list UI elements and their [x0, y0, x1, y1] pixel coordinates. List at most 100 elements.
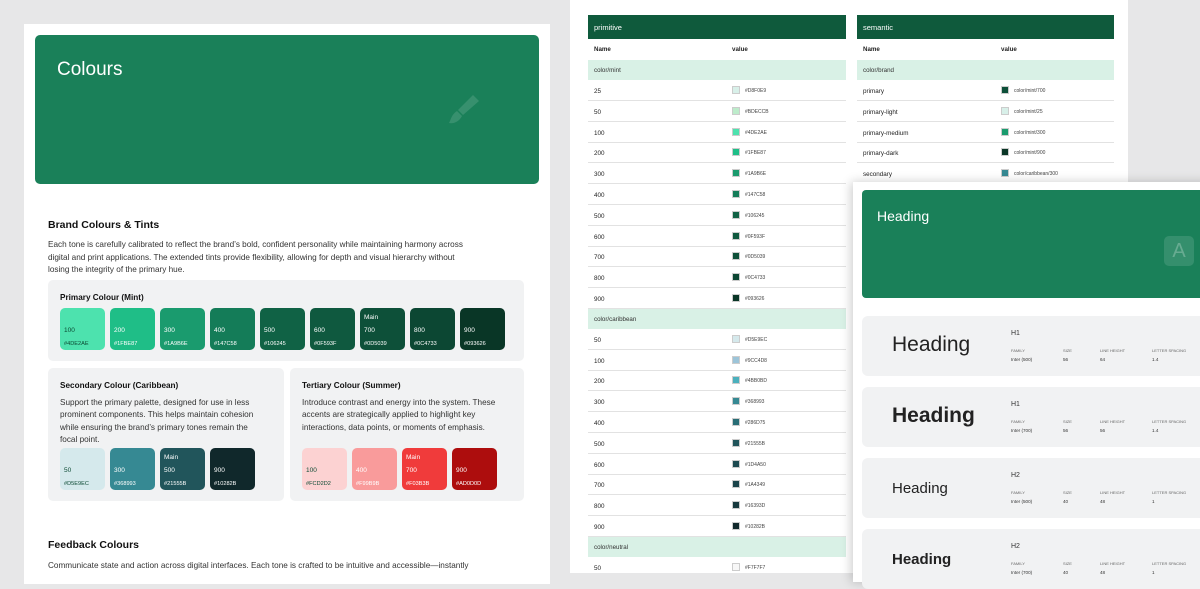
colours-hero-banner: Colours: [35, 35, 539, 184]
swatch-shade-number: 300: [114, 467, 125, 474]
token-value: #9CC4D8: [745, 357, 767, 364]
swatch-shade-number: 900: [464, 327, 475, 334]
feedback-colours-paragraph: Communicate state and action across digi…: [48, 561, 469, 570]
paintbrush-icon: [449, 95, 479, 124]
heading-sample-text: Heading: [892, 480, 948, 497]
token-value: #147C58: [745, 192, 766, 198]
swatch-hex-value: #D5E9EC: [64, 481, 89, 487]
colour-chip: [1001, 169, 1009, 178]
swatch-shade-number: 700: [406, 467, 417, 474]
token-name: 100: [594, 357, 605, 365]
primary-colour-title: Primary Colour (Mint): [60, 293, 144, 302]
colour-swatch: Main 700 #0D5039: [360, 308, 405, 350]
desc-line: interactions, data points, or moments of…: [302, 422, 485, 432]
swatch-shade-number: 300: [164, 327, 175, 334]
primitive-token-table: primitive Name value color/mint 25 #D8F0E9…: [588, 0, 846, 573]
spec-value: 40: [1063, 499, 1069, 504]
colour-chip: [732, 376, 740, 385]
heading-level-label: H1: [1011, 401, 1020, 408]
colour-chip: [732, 562, 740, 571]
swatch-hex-value: #21555B: [164, 481, 187, 487]
token-value: #16393D: [745, 503, 766, 510]
spec-value: 48: [1100, 499, 1106, 504]
semantic-token-table: semantic Name value color/brand primary c…: [857, 0, 1114, 190]
token-row: 50 #BDECCB: [588, 101, 846, 122]
token-value: #4DE2AE: [745, 129, 767, 136]
token-value: #4BB0BD: [745, 378, 767, 385]
heading-style-card: Heading H2 FAMILY Inter (500) SIZE 40 LINE HEI…: [862, 458, 1200, 518]
colour-chip: [732, 355, 740, 364]
colour-swatch: 500 #106245: [260, 308, 305, 350]
token-row: 400 #286D75: [588, 412, 846, 433]
token-row: 800 #0C4733: [588, 267, 846, 289]
token-value: #1A9B6E: [745, 171, 767, 178]
token-name: 600: [594, 461, 605, 469]
colour-swatch: 900 #093626: [460, 308, 505, 350]
colour-swatch: 100 #FCD2D2: [302, 448, 347, 490]
token-name: primary-dark: [863, 150, 899, 158]
swatch-hex-value: #10282B: [214, 481, 237, 487]
swatch-shade-number: 400: [214, 327, 225, 334]
token-value: #1A4349: [745, 482, 766, 489]
token-name: 50: [594, 564, 602, 572]
colour-chip: [732, 294, 740, 302]
colour-chip: [732, 252, 740, 261]
colour-swatch: 300 #368993: [110, 448, 155, 490]
primitive-group-row: color/neutral: [588, 536, 846, 557]
token-row: 25 #D8F0E9: [588, 80, 846, 101]
tertiary-colour-desc: Introduce contrast and energy into the s…: [302, 397, 495, 434]
swatch-shade-number: 500: [164, 467, 175, 474]
spec-value: Inter (500): [1011, 357, 1033, 362]
spec-label: LINE HEIGHT: [1100, 348, 1126, 353]
token-row: 600 #0F593F: [588, 226, 846, 247]
token-name: 900: [594, 524, 605, 531]
token-row: 50 #D5E9EC: [588, 329, 846, 350]
heading-sample-text: Heading: [892, 551, 952, 568]
token-name: secondary: [863, 171, 893, 179]
swatch-hex-value: #F03B3B: [406, 481, 430, 487]
colour-chip: [732, 480, 740, 489]
token-row: 900 #093626: [588, 288, 846, 309]
spec-value: 56: [1100, 428, 1106, 433]
colour-chip: [732, 397, 740, 406]
colour-chip: [1001, 148, 1009, 157]
token-value: color/caribbean/300: [1014, 171, 1058, 178]
token-name: 25: [594, 88, 602, 95]
colour-swatch: 400 #147C58: [210, 308, 255, 350]
token-name: primary-medium: [863, 129, 909, 137]
heading-typography-panel: Heading A Heading H1 FAMILY Inter (500) SIZE…: [853, 182, 1200, 589]
semantic-group-row: color/brand: [857, 60, 1114, 80]
token-name: 800: [594, 503, 605, 511]
spec-label: LETTER SPACING: [1152, 490, 1187, 495]
token-name: primary: [863, 88, 884, 95]
spec-value: 56: [1063, 428, 1069, 433]
primitive-group-row: color/mint: [588, 60, 846, 80]
colour-chip: [1001, 86, 1009, 94]
token-row: 600 #1D4A50: [588, 454, 846, 475]
colour-doc-page: Colours Brand Colours & Tints Each tone …: [24, 24, 550, 584]
token-row: 500 #21555B: [588, 433, 846, 454]
colour-chip: [732, 190, 740, 198]
token-value: color/mint/25: [1014, 108, 1043, 115]
spec-value: 1.4: [1152, 428, 1159, 433]
token-value: #093626: [745, 296, 765, 302]
swatch-shade-number: 100: [64, 327, 75, 334]
semantic-table-header: semantic: [857, 15, 1114, 39]
swatch-shade-number: 600: [314, 327, 325, 334]
colour-chip: [1001, 106, 1009, 115]
colour-chip: [732, 418, 740, 426]
colour-chip: [732, 438, 740, 447]
token-value: #21555B: [745, 440, 766, 447]
token-row: 500 #106245: [588, 205, 846, 226]
desc-line: accents are strategically applied to hig…: [302, 410, 476, 420]
token-value: #D8F0E9: [745, 88, 767, 94]
spec-value: Inter (700): [1011, 428, 1033, 433]
token-name: 300: [594, 399, 605, 407]
swatch-hex-value: #106245: [264, 341, 286, 347]
spec-label: LINE HEIGHT: [1100, 419, 1126, 424]
token-name: 300: [594, 171, 605, 179]
colour-swatch: 100 #4DE2AE: [60, 308, 105, 350]
spec-value: 1.4: [1152, 357, 1159, 362]
colour-swatch: 800 #0C4733: [410, 308, 455, 350]
token-name: 50: [594, 336, 602, 344]
